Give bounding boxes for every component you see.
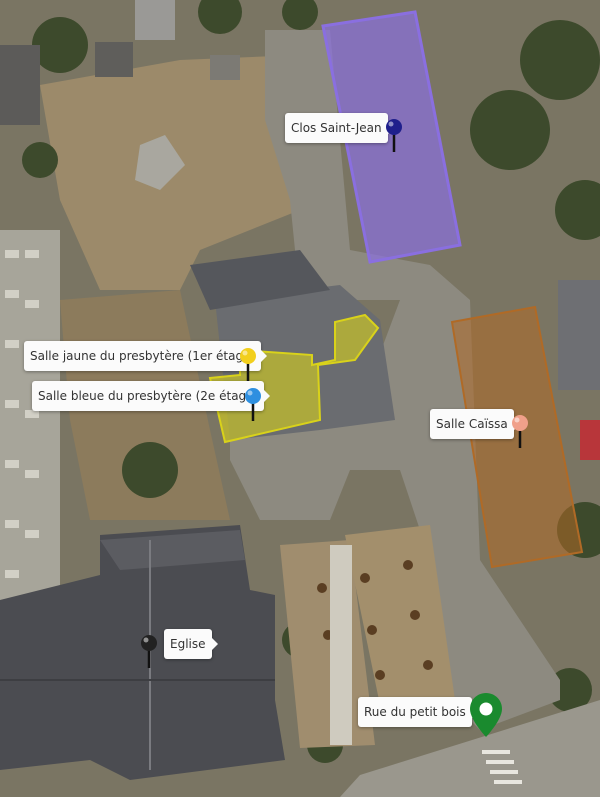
salle-bleue-marker[interactable]: [244, 387, 262, 423]
label-salle-jaune: Salle jaune du presbytère (1er étage): [24, 341, 268, 371]
car: [580, 420, 600, 460]
building: [95, 42, 133, 77]
building: [135, 0, 175, 40]
building: [210, 55, 240, 80]
label-salle-caissa: Salle Caïssa: [430, 409, 520, 439]
label-salle-bleue: Salle bleue du presbytère (2e étage): [32, 381, 271, 411]
label-rue-du-petit-bois: Rue du petit bois: [358, 697, 478, 727]
eglise-marker[interactable]: [140, 634, 158, 670]
building: [558, 280, 600, 390]
label-eglise: Eglise: [164, 629, 217, 659]
label-clos-saint-jean: Clos Saint-Jean: [285, 113, 394, 143]
salle-jaune-marker[interactable]: [239, 347, 257, 383]
footpath: [330, 545, 352, 745]
salle-caissa-marker[interactable]: [511, 414, 529, 450]
building: [0, 45, 40, 125]
rue-du-petit-bois-marker[interactable]: [469, 692, 503, 738]
map-pin-icon: [479, 702, 493, 716]
clos-saint-jean-marker[interactable]: [385, 118, 403, 154]
